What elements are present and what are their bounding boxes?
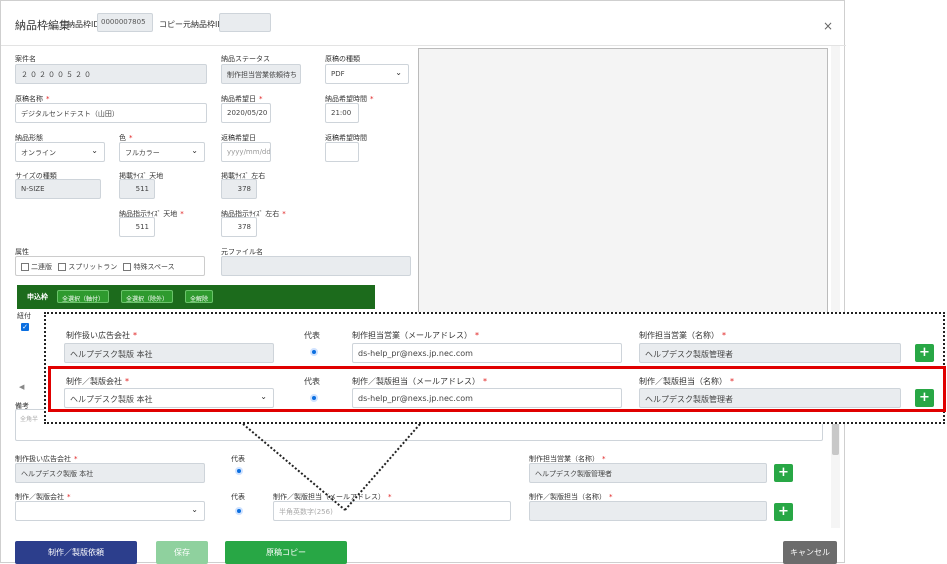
- popup-sales-email-input[interactable]: ds-help_pr@nexs.jp.nec.com: [352, 343, 622, 363]
- popup-sales-name-label: 制作担当営業（名称） *: [639, 330, 726, 341]
- popup-agency-label: 制作扱い広告会社 *: [66, 330, 137, 341]
- popup-rep-label: 代表: [304, 331, 320, 340]
- callout-connector: [242, 423, 421, 511]
- required-mark: *: [475, 331, 479, 340]
- popup-agency-label-text: 制作扱い広告会社: [66, 331, 130, 340]
- popup-rep-radio[interactable]: [310, 348, 318, 356]
- required-mark: *: [133, 331, 137, 340]
- highlight-box: [48, 366, 946, 412]
- popup-agency-field: ヘルプデスク製版 本社: [64, 343, 274, 363]
- popup-sales-name-field: ヘルプデスク製版管理者: [639, 343, 901, 363]
- popup-sales-name-label-text: 制作担当営業（名称）: [639, 331, 719, 340]
- popup-sales-email-label-text: 制作担当営業（メールアドレス）: [352, 331, 472, 340]
- required-mark: *: [722, 331, 726, 340]
- popup-add-sales-icon[interactable]: +: [915, 344, 934, 362]
- popup-sales-email-label: 制作担当営業（メールアドレス） *: [352, 330, 479, 341]
